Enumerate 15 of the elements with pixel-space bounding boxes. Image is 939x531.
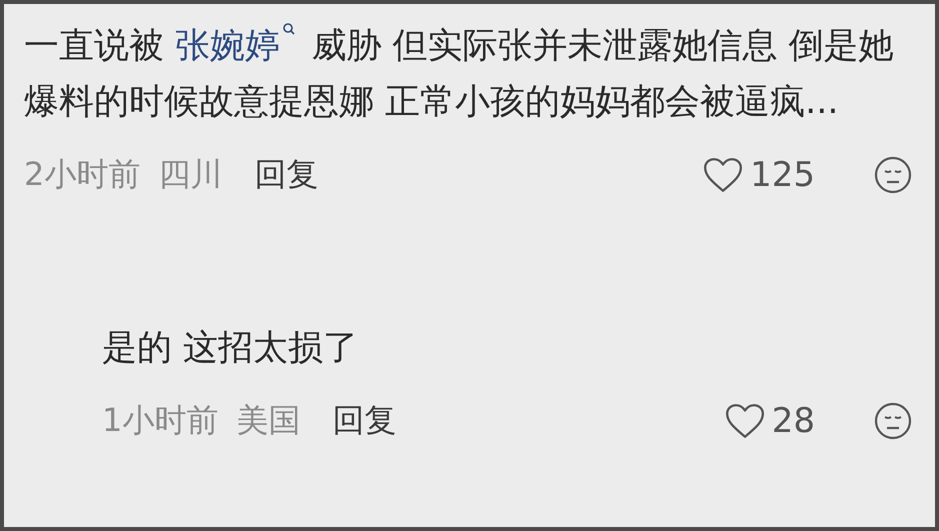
comment-location: 四川: [158, 154, 222, 195]
comment-location: 美国: [236, 400, 300, 441]
reply-button[interactable]: 回复: [254, 153, 318, 197]
comment-text: 是的 这招太损了: [102, 327, 360, 370]
comment-time: 1小时前: [102, 400, 218, 441]
comment-text: 一直说被 张婉婷 威胁 但实际张并未泄露她信息 倒是她爆料的时候故意提恩娜 正常小孩的妈妈都会被逼疯...: [24, 18, 924, 130]
like-icon[interactable]: [724, 402, 766, 440]
face-icon[interactable]: [873, 155, 913, 195]
like-count: 125: [750, 155, 815, 195]
like-icon[interactable]: [702, 156, 744, 194]
reply-button[interactable]: 回复: [332, 399, 396, 443]
face-icon[interactable]: [873, 401, 913, 441]
mention-link[interactable]: 张婉婷: [175, 26, 300, 66]
like-count: 28: [772, 401, 815, 441]
comment-time: 2小时前: [24, 154, 140, 195]
